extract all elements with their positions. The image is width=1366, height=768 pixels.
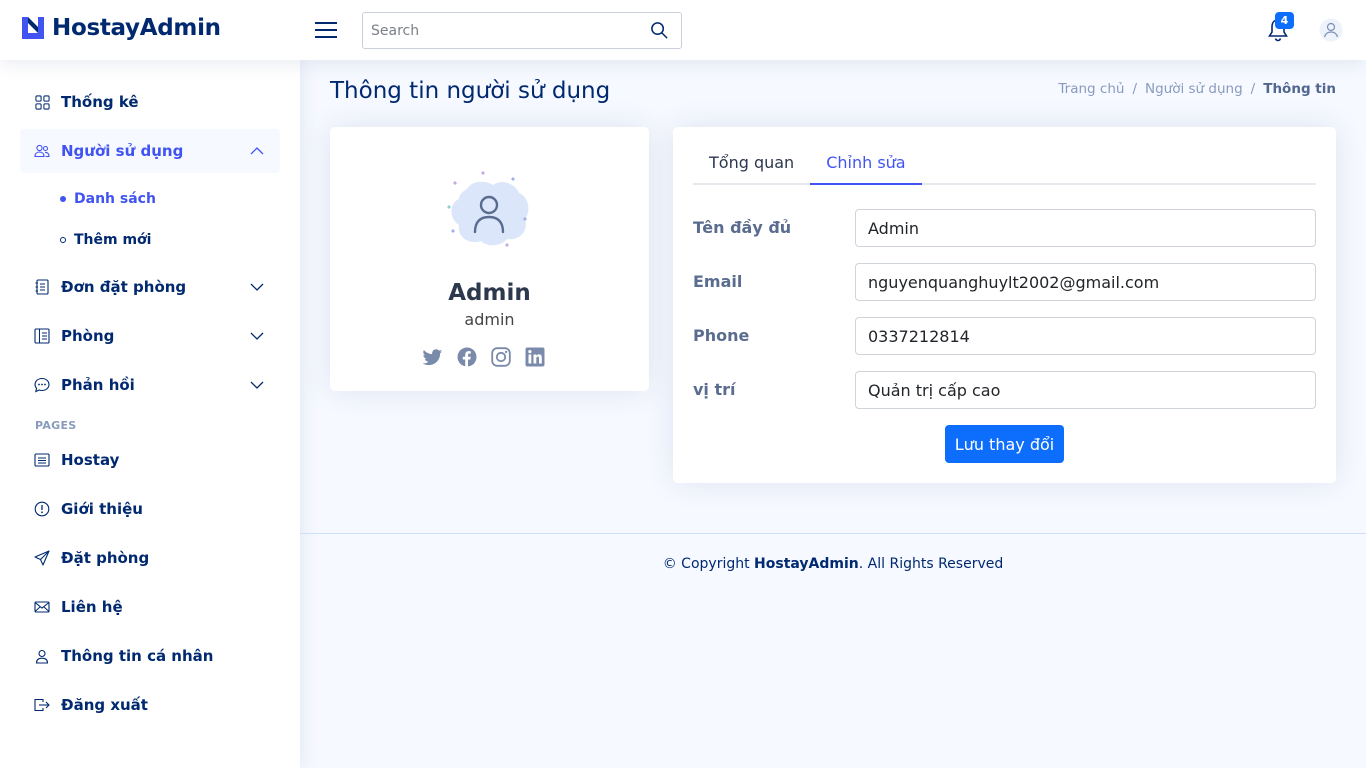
copyright-text: © Copyright HostayAdmin. All Rights Rese… [300,556,1366,572]
user-avatar-icon[interactable] [1319,18,1343,42]
phone-field[interactable] [855,317,1316,355]
breadcrumb-users[interactable]: Người sử dụng [1145,81,1243,97]
edit-profile-card: Tổng quan Chỉnh sửa Tên đầy đủ Email Pho… [673,127,1336,483]
form-row-phone: Phone [693,317,1316,355]
chevron-down-icon [250,283,264,291]
box-arrow-right-icon [34,697,50,713]
people-icon [34,143,50,159]
info-circle-icon [34,501,50,517]
email-field[interactable] [855,263,1316,301]
breadcrumb-current: Thông tin [1263,81,1336,97]
logo[interactable]: HostayAdmin [20,15,221,41]
journal-icon [34,279,50,295]
sidebar-item-label: Thông tin cá nhân [61,647,214,665]
search-icon[interactable] [650,21,669,40]
logo-icon [22,17,44,39]
email-label: Email [693,272,743,291]
sidebar-item-label: Phản hồi [61,376,135,394]
sidebar-subitem-label: Danh sách [74,191,156,207]
form-row-fullname: Tên đầy đủ [693,209,1316,247]
profile-card: Admin admin [330,127,649,391]
chevron-down-icon [250,332,264,340]
tab-overview[interactable]: Tổng quan [693,147,810,185]
facebook-icon[interactable] [457,347,477,367]
profile-role: admin [464,310,515,329]
bullet-icon [60,196,66,202]
copyright-suffix: . All Rights Reserved [858,556,1004,572]
search-input[interactable] [363,13,643,48]
save-changes-button[interactable]: Lưu thay đổi [945,425,1064,463]
chat-icon [34,377,50,393]
sidebar-item-dashboard[interactable]: Thống kê [20,80,280,124]
copyright-prefix: © Copyright [662,556,750,572]
search-bar [362,12,682,49]
form-row-position: vị trí [693,371,1316,409]
sidebar-subitem-list[interactable]: Danh sách [60,187,156,211]
notification-badge: 4 [1275,12,1294,29]
sidebar-item-label: Hostay [61,451,120,469]
tab-edit[interactable]: Chỉnh sửa [810,147,922,185]
sidebar-item-bookings[interactable]: Đơn đặt phòng [20,265,280,309]
chevron-down-icon [250,381,264,389]
sidebar-item-label: Giới thiệu [61,500,143,518]
linkedin-icon[interactable] [525,347,545,367]
layout-icon [34,328,50,344]
menu-toggle-icon[interactable] [314,18,338,42]
sidebar-item-users[interactable]: Người sử dụng [20,129,280,173]
twitter-icon[interactable] [422,347,443,367]
sidebar-item-label: Đăng xuất [61,696,148,714]
breadcrumb-separator: / [1132,81,1137,97]
envelope-icon [34,599,50,615]
top-header: HostayAdmin 4 [0,0,1366,60]
sidebar-subitem-add-new[interactable]: Thêm mới [60,228,151,252]
sidebar-item-book-room[interactable]: Đặt phòng [20,536,280,580]
profile-avatar-icon [447,171,529,247]
person-icon [34,648,50,664]
sidebar-item-logout[interactable]: Đăng xuất [20,683,280,727]
sidebar-item-profile[interactable]: Thông tin cá nhân [20,634,280,678]
chevron-up-icon [250,147,264,155]
position-label: vị trí [693,380,736,399]
breadcrumb-separator: / [1250,81,1256,97]
sidebar-item-label: Đơn đặt phòng [61,278,187,296]
instagram-icon[interactable] [491,347,511,367]
sidebar-item-label: Đặt phòng [61,549,150,567]
sidebar-item-label: Thống kê [61,93,139,111]
page-title: Thông tin người sử dụng [330,78,611,104]
social-links [422,347,545,367]
logo-text: HostayAdmin [52,15,221,41]
sidebar-item-rooms[interactable]: Phòng [20,314,280,358]
sidebar-item-about[interactable]: Giới thiệu [20,487,280,531]
sidebar-item-feedback[interactable]: Phản hồi [20,363,280,407]
breadcrumb: Trang chủ / Người sử dụng / Thông tin [1058,81,1336,97]
breadcrumb-home[interactable]: Trang chủ [1058,81,1124,97]
profile-name: Admin [448,280,531,306]
sidebar-item-label: Phòng [61,327,115,345]
sidebar-item-label: Liên hệ [61,598,123,616]
sidebar: Thống kê Người sử dụng Danh sách Thêm mớ… [0,60,300,768]
footer: © Copyright HostayAdmin. All Rights Rese… [300,533,1366,593]
sidebar-heading-pages: PAGES [35,419,77,432]
sidebar-item-hostay[interactable]: Hostay [20,438,280,482]
grid-icon [34,94,50,110]
fullname-label: Tên đầy đủ [693,218,792,237]
fullname-field[interactable] [855,209,1316,247]
position-field[interactable] [855,371,1316,409]
card-list-icon [34,452,50,468]
phone-label: Phone [693,326,750,345]
copyright-brand: HostayAdmin [754,556,859,572]
form-row-email: Email [693,263,1316,301]
sidebar-item-contact[interactable]: Liên hệ [20,585,280,629]
send-icon [34,550,50,566]
profile-tabs: Tổng quan Chỉnh sửa [693,147,1316,185]
bullet-icon [60,237,66,243]
sidebar-subitem-label: Thêm mới [74,232,152,248]
sidebar-item-label: Người sử dụng [61,142,184,160]
